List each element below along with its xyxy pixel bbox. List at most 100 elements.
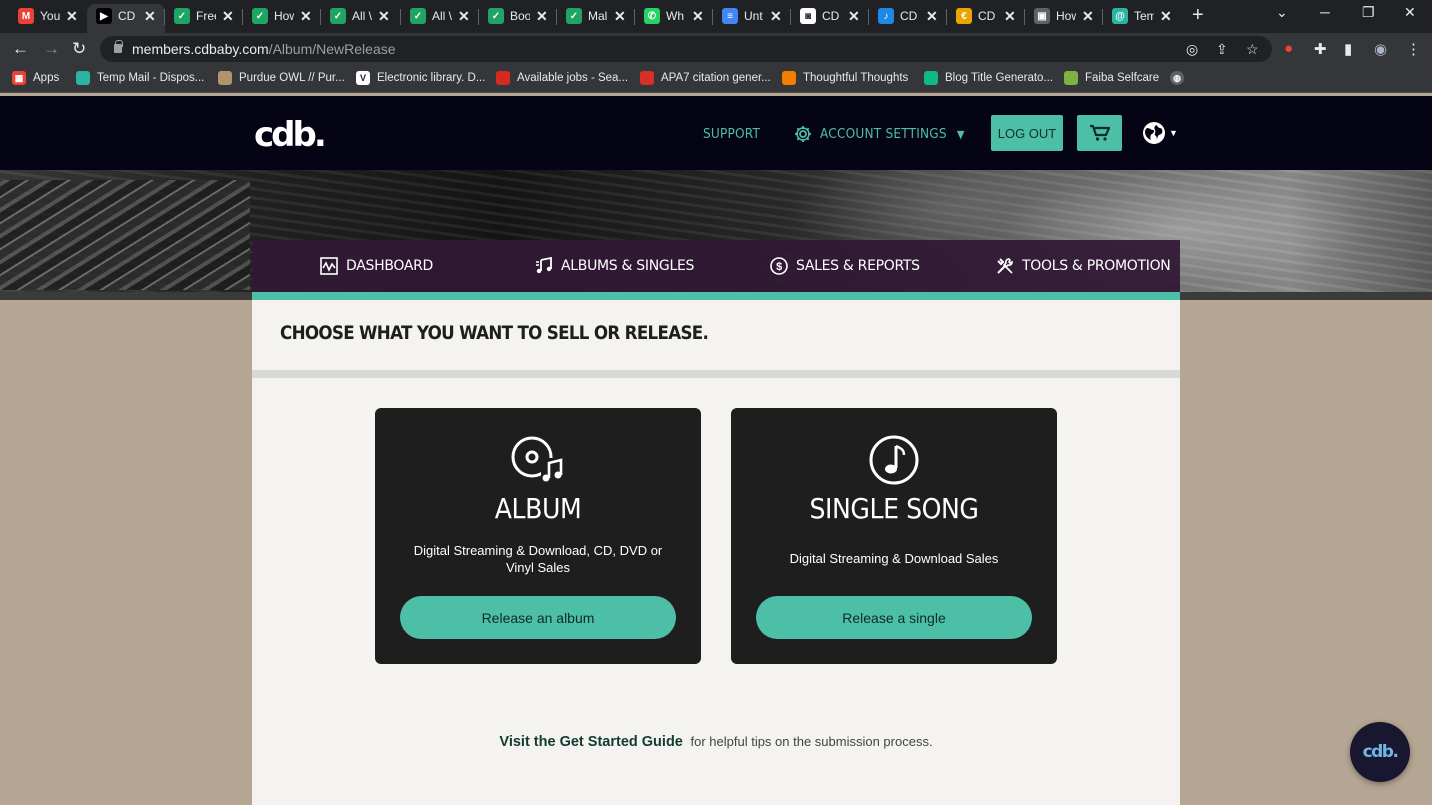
vlib-icon: V xyxy=(356,71,370,85)
browser-tab[interactable]: ≡ Unt ✕ xyxy=(722,5,782,27)
browser-tab[interactable]: ▶ CD ✕ xyxy=(96,5,156,27)
new-tab-button[interactable]: + xyxy=(1192,4,1204,27)
nav-dashboard[interactable]: DASHBOARD xyxy=(320,257,433,275)
lines-icon xyxy=(924,71,938,85)
profile-avatar[interactable]: ◉ xyxy=(1374,40,1387,58)
browser-tab-title: Unt xyxy=(744,9,763,23)
close-tab-icon[interactable]: ✕ xyxy=(66,8,78,25)
bookmark-star-icon[interactable]: ☆ xyxy=(1246,41,1259,58)
check-icon: ✓ xyxy=(566,8,582,24)
bookmark-item[interactable]: Thoughtful Thoughts xyxy=(782,71,908,85)
nav-albums-singles[interactable]: ALBUMS & SINGLES xyxy=(535,257,694,275)
page-title: CHOOSE WHAT YOU WANT TO SELL OR RELEASE. xyxy=(280,322,709,344)
close-tab-icon[interactable]: ✕ xyxy=(926,8,938,25)
extensions-puzzle-icon[interactable]: ✚ xyxy=(1314,40,1327,58)
browser-tab[interactable]: ◙ CD ✕ xyxy=(800,5,860,27)
browser-toolbar: ← → ↻ members.cdbaby.com/Album/NewReleas… xyxy=(0,33,1432,65)
page-icon: ▣ xyxy=(1034,8,1050,24)
back-button[interactable]: ← xyxy=(12,39,29,59)
language-selector[interactable]: ▼ xyxy=(1142,121,1178,145)
address-bar[interactable]: members.cdbaby.com/Album/NewRelease ◎ ⇪ … xyxy=(100,36,1272,62)
close-tab-icon[interactable]: ✕ xyxy=(1082,8,1094,25)
browser-tab[interactable]: € CD ✕ xyxy=(956,5,1016,27)
section-divider xyxy=(252,370,1180,378)
album-card-title: ALBUM xyxy=(494,492,582,525)
dollar-circle-icon: $ xyxy=(770,257,788,275)
browser-tab[interactable]: ✓ Mal ✕ xyxy=(566,5,626,27)
nav-tools-label: TOOLS & PROMOTION xyxy=(1022,258,1171,274)
minimize-button[interactable]: ─ xyxy=(1320,4,1330,20)
close-window-button[interactable]: ✕ xyxy=(1404,4,1416,21)
restore-button[interactable]: ❐ xyxy=(1362,4,1375,21)
forward-button[interactable]: → xyxy=(43,39,60,59)
bookmark-label: Blog Title Generato... xyxy=(945,72,1054,84)
support-link[interactable]: SUPPORT xyxy=(703,126,760,142)
browser-tab[interactable]: ♪ CD ✕ xyxy=(878,5,938,27)
nav-sales-reports[interactable]: $ SALES & REPORTS xyxy=(770,257,920,275)
release-panel: CHOOSE WHAT YOU WANT TO SELL OR RELEASE.… xyxy=(252,300,1180,805)
bookmark-item[interactable]: Temp Mail - Dispos... xyxy=(76,71,204,85)
close-tab-icon[interactable]: ✕ xyxy=(692,8,704,25)
release-album-button[interactable]: Release an album xyxy=(400,596,676,639)
bookmark-item[interactable]: Blog Title Generato... xyxy=(924,71,1053,85)
eye-slash-icon[interactable]: ◎ xyxy=(1186,41,1198,58)
close-tab-icon[interactable]: ✕ xyxy=(614,8,626,25)
bookmark-item[interactable]: APA7 citation gener... xyxy=(640,71,771,85)
close-tab-icon[interactable]: ✕ xyxy=(458,8,470,25)
bookmark-label: Temp Mail - Dispos... xyxy=(97,72,205,84)
get-started-guide-link[interactable]: Visit the Get Started Guide xyxy=(499,734,682,750)
browser-tab[interactable]: M You ✕ xyxy=(18,5,78,27)
bookmark-item[interactable]: Purdue OWL // Pur... xyxy=(218,71,345,85)
close-tab-icon[interactable]: ✕ xyxy=(1160,8,1172,25)
nav-tools-promotion[interactable]: TOOLS & PROMOTION xyxy=(996,257,1171,275)
cart-button[interactable] xyxy=(1077,115,1122,151)
browser-menu-icon[interactable]: ⋮ xyxy=(1406,40,1421,58)
logout-button[interactable]: LOG OUT xyxy=(991,115,1063,151)
browser-tab-title: Mal xyxy=(588,9,608,23)
browser-tab[interactable]: ✓ Boo ✕ xyxy=(488,5,548,27)
check-icon: ✓ xyxy=(252,8,268,24)
tab-separator xyxy=(868,9,869,25)
browser-tab-title: You xyxy=(40,9,60,23)
account-settings-link[interactable]: ACCOUNT SETTINGS ▼ xyxy=(793,124,965,144)
share-icon[interactable]: ⇪ xyxy=(1216,41,1228,58)
bookmark-item[interactable]: Faiba Selfcare xyxy=(1064,71,1159,85)
extension-badge-icon[interactable]: ● xyxy=(1284,40,1293,57)
side-panel-icon[interactable]: ▮ xyxy=(1344,40,1352,58)
close-tab-icon[interactable]: ✕ xyxy=(770,8,782,25)
browser-tab[interactable]: @ Tem ✕ xyxy=(1112,5,1172,27)
guide-description: for helpful tips on the submission proce… xyxy=(690,734,933,749)
apps-grid-icon: ▦ xyxy=(12,71,26,85)
reload-button[interactable]: ↻ xyxy=(72,39,86,59)
bookmark-label: Faiba Selfcare xyxy=(1085,72,1160,84)
globe-icon xyxy=(1143,122,1165,144)
browser-tab[interactable]: ✓ How ✕ xyxy=(252,5,312,27)
bookmark-item[interactable]: ▦ Apps xyxy=(12,71,59,85)
bookmark-item[interactable]: Available jobs - Sea... xyxy=(496,71,628,85)
other-bookmarks-globe-icon[interactable]: ◍ xyxy=(1170,71,1191,85)
close-tab-icon[interactable]: ✕ xyxy=(536,8,548,25)
close-tab-icon[interactable]: ✕ xyxy=(378,8,390,25)
bookmark-item[interactable]: V Electronic library. D... xyxy=(356,71,485,85)
close-tab-icon[interactable]: ✕ xyxy=(222,8,234,25)
browser-tab[interactable]: ✆ Wh ✕ xyxy=(644,5,704,27)
close-tab-icon[interactable]: ✕ xyxy=(848,8,860,25)
bookmark-label: Purdue OWL // Pur... xyxy=(239,72,345,84)
bookmark-label: Available jobs - Sea... xyxy=(517,72,629,84)
tab-search-icon[interactable]: ⌄ xyxy=(1276,4,1288,21)
blogger-icon xyxy=(782,71,796,85)
close-tab-icon[interactable]: ✕ xyxy=(144,8,156,25)
close-tab-icon[interactable]: ✕ xyxy=(1004,8,1016,25)
release-single-button[interactable]: Release a single xyxy=(756,596,1032,639)
hero-amplifier-image xyxy=(0,180,250,290)
url-text[interactable]: members.cdbaby.com/Album/NewRelease xyxy=(132,41,396,57)
chat-widget-button[interactable]: cdb. xyxy=(1350,722,1410,782)
bookmark-label: Thoughtful Thoughts xyxy=(803,72,909,84)
browser-tab[interactable]: ✓ All \ ✕ xyxy=(410,5,470,27)
browser-tab[interactable]: ▣ How ✕ xyxy=(1034,5,1094,27)
close-tab-icon[interactable]: ✕ xyxy=(300,8,312,25)
cdbaby-logo[interactable]: cdb. xyxy=(254,118,327,152)
browser-tab[interactable]: ✓ Free ✕ xyxy=(174,5,234,27)
dashboard-icon xyxy=(320,257,338,275)
browser-tab[interactable]: ✓ All \ ✕ xyxy=(330,5,390,27)
